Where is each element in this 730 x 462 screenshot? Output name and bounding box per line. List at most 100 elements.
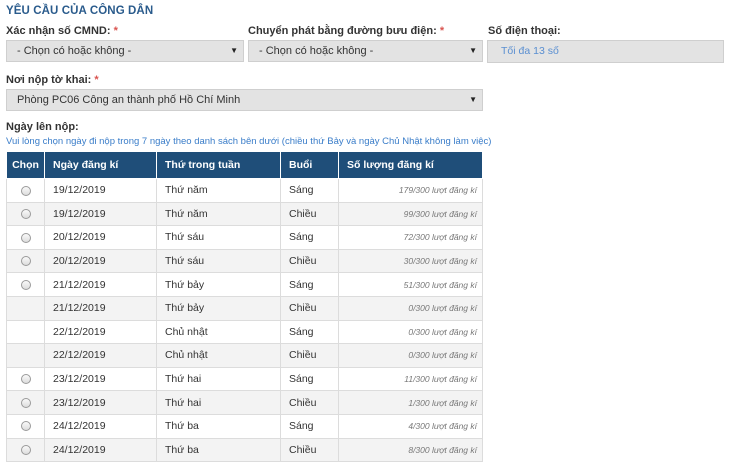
table-row: 24/12/2019 Thứ ba Sáng 4/300 lượt đăng kí	[6, 413, 483, 439]
date-section-note: Vui lòng chọn ngày đi nộp trong 7 ngày t…	[6, 136, 492, 147]
count-cell: 4/300 lượt đăng kí	[338, 413, 483, 439]
weekday-cell: Thứ sáu	[156, 248, 281, 274]
cmnd-label-text: Xác nhận số CMND:	[6, 25, 111, 37]
section-title: YÊU CẦU CỦA CÔNG DÂN	[6, 5, 154, 17]
date-cell: 22/12/2019	[44, 343, 157, 368]
count-cell: 1/300 lượt đăng kí	[338, 390, 483, 415]
col-header-weekday: Thứ trong tuần	[156, 151, 281, 179]
session-cell: Chiều	[280, 295, 339, 321]
table-row: 21/12/2019 Thứ bảy Sáng 51/300 lượt đăng kí	[6, 272, 483, 297]
date-cell: 19/12/2019	[44, 178, 157, 203]
select-cell	[6, 343, 45, 368]
weekday-cell: Chủ nhật	[156, 343, 281, 368]
date-cell: 24/12/2019	[44, 413, 157, 439]
date-radio-button[interactable]	[20, 279, 31, 290]
date-cell: 20/12/2019	[44, 248, 157, 274]
table-row: 20/12/2019 Thứ sáu Sáng 72/300 lượt đăng kí	[6, 225, 483, 250]
table-row: 19/12/2019 Thứ năm Chiều 99/300 lượt đăng k…	[6, 201, 483, 227]
session-cell: Chiều	[280, 390, 339, 415]
phone-input[interactable]: Tối đa 13 số	[487, 40, 724, 63]
count-cell: 72/300 lượt đăng kí	[338, 225, 483, 250]
required-mark: *	[113, 25, 118, 37]
table-row: 22/12/2019 Chủ nhật Chiều 0/300 lượt đăng k…	[6, 343, 483, 368]
date-cell: 20/12/2019	[44, 225, 157, 250]
weekday-cell: Thứ năm	[156, 178, 281, 203]
date-section-label: Ngày lên nộp:	[6, 121, 79, 133]
select-cell	[6, 390, 45, 415]
date-radio-button[interactable]	[20, 421, 31, 432]
weekday-cell: Thứ năm	[156, 201, 281, 227]
date-cell: 22/12/2019	[44, 319, 157, 345]
office-select-value: Phòng PC06 Công an thành phố Hồ Chí Minh	[17, 94, 241, 106]
select-cell	[6, 319, 45, 345]
date-radio-button[interactable]	[20, 185, 31, 196]
count-cell: 0/300 lượt đăng kí	[338, 343, 483, 368]
select-cell	[6, 366, 45, 392]
count-cell: 11/300 lượt đăng kí	[338, 366, 483, 392]
select-cell	[6, 225, 45, 250]
date-radio-button[interactable]	[20, 445, 31, 456]
select-cell	[6, 272, 45, 297]
weekday-cell: Thứ hai	[156, 366, 281, 392]
col-header-select: Chọn	[6, 151, 45, 179]
table-row: 19/12/2019 Thứ năm Sáng 179/300 lượt đăng k…	[6, 178, 483, 203]
phone-label: Số điện thoại:	[488, 25, 561, 37]
office-select[interactable]: Phòng PC06 Công an thành phố Hồ Chí Minh…	[6, 89, 483, 111]
session-cell: Sáng	[280, 225, 339, 250]
date-cell: 21/12/2019	[44, 272, 157, 297]
chevron-down-icon: ▼	[469, 46, 477, 55]
postal-select[interactable]: - Chọn có hoặc không - ▼	[248, 40, 483, 62]
postal-select-value: - Chọn có hoặc không -	[259, 45, 374, 57]
phone-placeholder: Tối đa 13 số	[501, 45, 559, 57]
count-cell: 99/300 lượt đăng kí	[338, 201, 483, 227]
count-cell: 179/300 lượt đăng kí	[338, 178, 483, 203]
weekday-cell: Thứ ba	[156, 413, 281, 439]
office-label: Nơi nộp tờ khai: *	[6, 74, 99, 86]
required-mark: *	[94, 74, 99, 86]
postal-label-text: Chuyển phát bằng đường bưu điện:	[248, 25, 437, 37]
count-cell: 0/300 lượt đăng kí	[338, 319, 483, 345]
weekday-cell: Thứ bảy	[156, 295, 281, 321]
date-cell: 23/12/2019	[44, 390, 157, 415]
cmnd-select-value: - Chọn có hoặc không -	[17, 45, 132, 57]
date-radio-button[interactable]	[20, 256, 31, 267]
table-row: 20/12/2019 Thứ sáu Chiều 30/300 lượt đăng k…	[6, 248, 483, 274]
chevron-down-icon: ▼	[230, 46, 238, 55]
postal-label: Chuyển phát bằng đường bưu điện: *	[248, 25, 444, 37]
cmnd-select[interactable]: - Chọn có hoặc không - ▼	[6, 40, 244, 62]
office-label-text: Nơi nộp tờ khai:	[6, 74, 92, 86]
col-header-session: Buổi	[280, 151, 339, 179]
table-row: 22/12/2019 Chủ nhật Sáng 0/300 lượt đăng kí	[6, 319, 483, 345]
weekday-cell: Thứ sáu	[156, 225, 281, 250]
table-row: 23/12/2019 Thứ hai Chiều 1/300 lượt đăng kí	[6, 390, 483, 415]
select-cell	[6, 295, 45, 321]
select-cell	[6, 178, 45, 203]
session-cell: Sáng	[280, 272, 339, 297]
table-header-row: Chọn Ngày đăng kí Thứ trong tuần Buổi Số…	[6, 151, 483, 179]
count-cell: 51/300 lượt đăng kí	[338, 272, 483, 297]
count-cell: 0/300 lượt đăng kí	[338, 295, 483, 321]
weekday-cell: Thứ hai	[156, 390, 281, 415]
col-header-count: Số lượng đăng kí	[338, 151, 483, 179]
session-cell: Sáng	[280, 319, 339, 345]
session-cell: Chiều	[280, 201, 339, 227]
date-radio-button[interactable]	[20, 374, 31, 385]
select-cell	[6, 248, 45, 274]
session-cell: Chiều	[280, 248, 339, 274]
weekday-cell: Chủ nhật	[156, 319, 281, 345]
date-cell: 21/12/2019	[44, 295, 157, 321]
table-row: 23/12/2019 Thứ hai Sáng 11/300 lượt đăng kí	[6, 366, 483, 392]
count-cell: 30/300 lượt đăng kí	[338, 248, 483, 274]
date-cell: 19/12/2019	[44, 201, 157, 227]
session-cell: Sáng	[280, 413, 339, 439]
weekday-cell: Thứ bảy	[156, 272, 281, 297]
date-cell: 23/12/2019	[44, 366, 157, 392]
col-header-date: Ngày đăng kí	[44, 151, 157, 179]
required-mark: *	[439, 25, 445, 37]
date-radio-button[interactable]	[20, 397, 31, 408]
date-table: Chọn Ngày đăng kí Thứ trong tuần Buổi Số…	[6, 151, 483, 462]
date-radio-button[interactable]	[20, 209, 31, 220]
cmnd-label: Xác nhận số CMND: *	[6, 25, 118, 37]
session-cell: Sáng	[280, 366, 339, 392]
date-radio-button[interactable]	[20, 232, 31, 243]
